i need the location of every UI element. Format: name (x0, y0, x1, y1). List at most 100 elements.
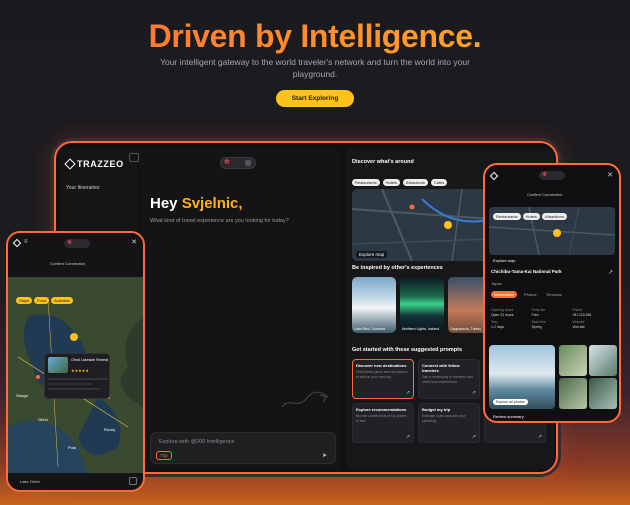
prompt-text: Join a community of travelers and share … (422, 375, 473, 384)
chip-restaurants[interactable]: Restaurants (493, 213, 521, 220)
satellite-map[interactable]: Stays Food Activities Ohrid Lakeside Ret… (8, 277, 143, 473)
prompt-title: Discover new destinations (356, 363, 407, 368)
chip-hotels[interactable]: Hotels (522, 213, 540, 220)
chip-hotels[interactable]: Hotels (382, 179, 400, 186)
tab-photos[interactable]: Photos (521, 291, 539, 298)
arrow-icon: ↗ (471, 390, 476, 396)
expand-icon[interactable] (129, 477, 137, 485)
prompt-card[interactable]: Discover new destinations Find hidden ge… (352, 359, 414, 399)
prompts-title: Get started with these suggested prompts (352, 347, 463, 353)
map-label[interactable]: Explore map (493, 258, 515, 263)
menu-icon[interactable]: ≡ (24, 239, 28, 245)
map-place-label: Pula (68, 445, 77, 450)
info-key: Opening hours (491, 308, 514, 312)
phone-footer: Lake Ohrid (8, 473, 143, 490)
chip-cafes[interactable]: Cafés (430, 179, 448, 186)
info-cell: Best time Spring (532, 320, 573, 329)
info-grid: Opening hours Open 24 hours Entry fee Free… (491, 308, 613, 329)
divider (48, 388, 100, 390)
prompt-title: Budget my trip (422, 407, 451, 412)
detail-tabs: Information Photos Reviews (491, 291, 565, 298)
photo-gallery: Explore all photos (489, 345, 617, 411)
logo-icon (12, 238, 22, 248)
start-exploring-button[interactable]: Start Exploring (276, 90, 354, 107)
logo-icon (489, 171, 499, 181)
close-icon[interactable]: ✕ (607, 171, 613, 179)
gallery-photo[interactable]: Explore all photos (489, 345, 555, 409)
logo-icon (64, 158, 76, 170)
category-chips: Restaurants Hotels Attractions Cafés (352, 179, 448, 186)
mode-toggle[interactable]: ✻ (64, 239, 90, 248)
inspiration-photos: Lake Bled, Slovenia Northern Lights, Ice… (352, 277, 492, 333)
map-label[interactable]: Explore map (356, 251, 388, 258)
gallery-photo[interactable] (559, 345, 587, 376)
prompt-title: Connect with fellow travelers (422, 363, 460, 373)
tab-reviews[interactable]: Reviews (543, 291, 564, 298)
sketch-doodle-icon (281, 391, 329, 408)
info-cell: Opening hours Open 24 hours (491, 308, 532, 317)
footer-label: Lake Ohrid (20, 479, 40, 484)
logo-text: TRAZZEO (77, 159, 124, 169)
divider (48, 378, 108, 380)
sidebar-itineraries-label[interactable]: Your Itineraries (66, 185, 99, 191)
map-place-label: Struga (16, 393, 28, 398)
chip-attractions[interactable]: Attractions (541, 213, 567, 220)
chat-input[interactable]: Explore with @200 Intelligence Trip ➤ (150, 432, 336, 464)
info-key: Stay (491, 320, 498, 324)
info-value: Visit site (572, 324, 585, 329)
share-icon[interactable]: ↗ (608, 269, 613, 276)
info-key: Website (572, 320, 585, 324)
prompt-card[interactable]: Explore recommendations Browse curated l… (352, 403, 414, 443)
phone-header: ≡ ✻ ✕ Confirm Connection (8, 233, 143, 277)
prompt-text: Estimate costs and plan your spending. (422, 414, 466, 423)
greeting-subtitle: What kind of travel experience are you l… (150, 218, 289, 224)
mode-toggle[interactable]: ✻ (220, 157, 256, 169)
phone-top-label: Confirm Connection (527, 192, 563, 197)
chat-panel: ✻ Hey Svjelnic, What kind of travel expe… (140, 149, 340, 469)
sidebar-collapse-icon[interactable] (129, 153, 139, 162)
gallery-photo[interactable] (589, 378, 617, 409)
chip-attractions[interactable]: Attractions (402, 179, 428, 186)
close-icon[interactable]: ✕ (131, 238, 137, 246)
prompt-card[interactable]: Budget my trip Estimate costs and plan y… (418, 403, 480, 443)
greeting-name: Svjelnic, (181, 195, 243, 212)
gallery-photo[interactable] (559, 378, 587, 409)
greeting-heading: Hey Svjelnic, (150, 195, 243, 212)
chat-mode-tag[interactable]: Trip (156, 451, 172, 460)
mode-toggle[interactable]: ✻ (539, 171, 565, 180)
map-place-label: Ohrid (38, 417, 48, 422)
prompt-text: Browse curated lists of top places to se… (356, 414, 407, 423)
rating-stars: ★★★★★ (71, 368, 89, 373)
gallery-photo[interactable] (589, 345, 617, 376)
chip-restaurants[interactable]: Restaurants (352, 179, 380, 186)
tab-information[interactable]: Information (491, 291, 518, 298)
info-value: 1-2 days (491, 324, 505, 329)
square-icon (245, 160, 251, 166)
prompt-card[interactable]: Connect with fellow travelers Join a com… (418, 359, 480, 399)
info-cell: Phone +81 123 456 (572, 308, 613, 317)
chip-stays[interactable]: Stays (16, 297, 33, 304)
arrow-icon: ↗ (405, 434, 410, 440)
info-cell: Entry fee Free (532, 308, 573, 317)
place-card[interactable]: Ohrid Lakeside Retreat ★★★★★ (44, 353, 110, 399)
phone-top-label: Confirm Connection (50, 261, 86, 266)
send-icon[interactable]: ➤ (322, 453, 329, 460)
photo-card[interactable]: Northern Lights, Iceland (400, 277, 444, 333)
place-title: Chichibu-Tama-Kai National Park (491, 269, 562, 274)
sparkle-icon: ✻ (67, 240, 73, 246)
photo-caption: Cappadocia, Turkey (450, 326, 482, 331)
place-card-title: Ohrid Lakeside Retreat (71, 358, 108, 362)
photo-caption: Northern Lights, Iceland (402, 326, 440, 331)
greeting-prefix: Hey (150, 195, 182, 212)
explore-photos-button[interactable]: Explore all photos (493, 399, 528, 405)
arrow-icon: ↗ (471, 434, 476, 440)
place-location: Japan (491, 281, 502, 286)
info-key: Entry fee (531, 308, 546, 312)
photo-card[interactable]: Lake Bled, Slovenia (352, 277, 396, 333)
info-key: Phone (572, 308, 583, 312)
chip-food[interactable]: Food (34, 297, 50, 304)
info-key: Best time (531, 320, 546, 324)
info-value: Open 24 hours (491, 312, 514, 317)
chip-activities[interactable]: Activities (51, 297, 73, 304)
hero-headline: Driven by Intelligence. (0, 18, 630, 55)
